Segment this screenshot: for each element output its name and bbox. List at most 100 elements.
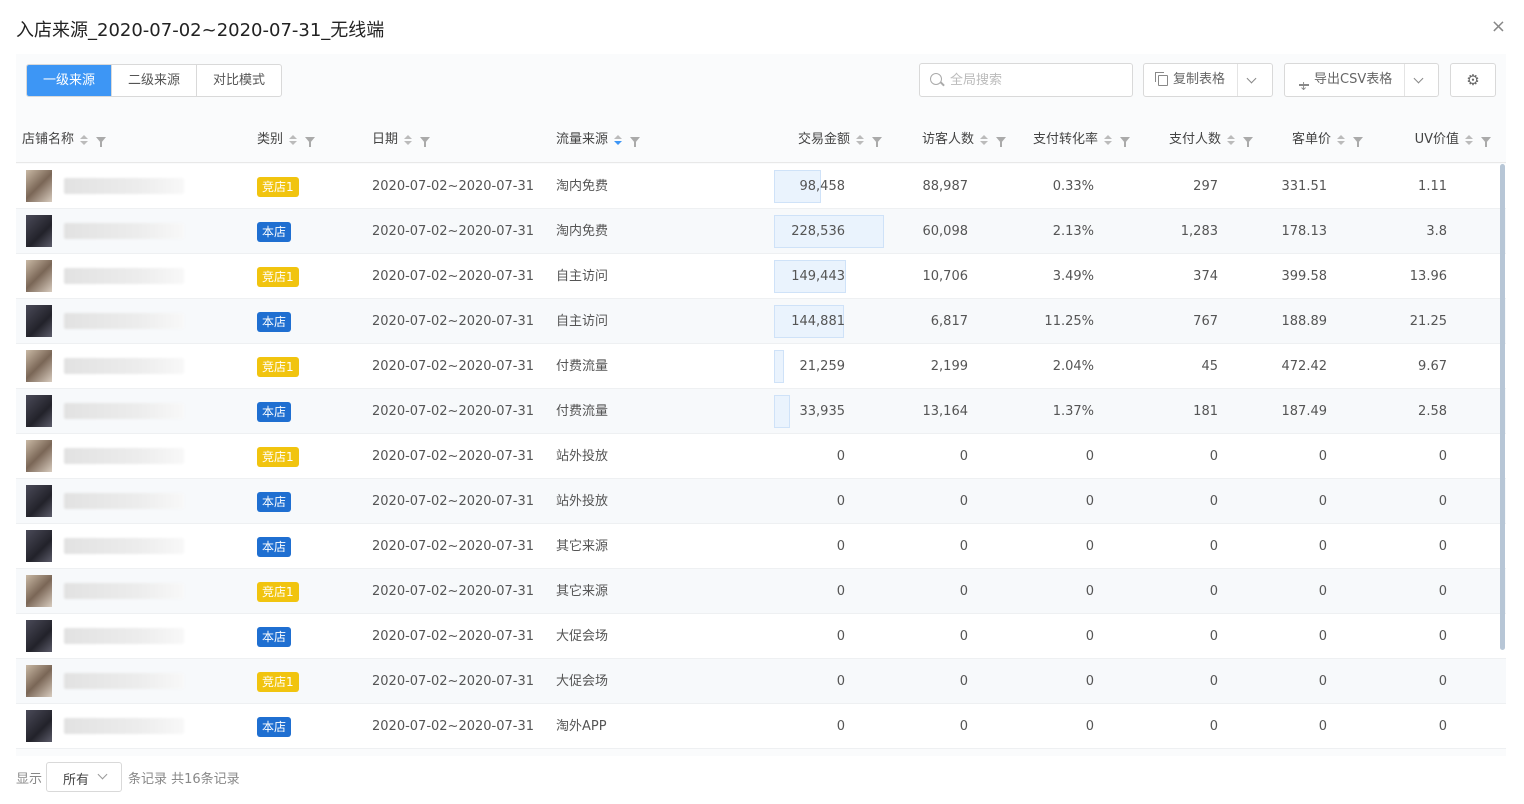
amount-cell: 0 (836, 494, 845, 509)
source-cell: 大促会场 (556, 674, 609, 689)
table-row[interactable]: 竞店1 2020-07-02~2020-07-31 自主访问 149,443 10,70… (16, 254, 1506, 299)
sort-desc-icon[interactable] (614, 135, 623, 145)
uv-value-cell: 0 (1438, 674, 1447, 689)
shop-avatar (26, 665, 52, 697)
tab-compare-mode[interactable]: 对比模式 (197, 65, 281, 96)
export-csv-button[interactable]: 导出CSV表格 (1285, 64, 1406, 103)
settings-button[interactable]: ⚙ (1450, 63, 1496, 97)
table-row[interactable]: 竞店1 2020-07-02~2020-07-31 大促会场 0 0 0 0 0 0 (16, 659, 1506, 704)
conversion-cell: 0 (1085, 674, 1094, 689)
close-icon[interactable]: × (1491, 17, 1506, 37)
filter-icon[interactable] (996, 137, 1006, 147)
search-box (919, 63, 1133, 97)
sort-icon[interactable] (289, 135, 298, 145)
source-cell: 淘内免费 (556, 224, 609, 239)
table-row[interactable]: 本店 2020-07-02~2020-07-31 其它来源 0 0 0 0 0 0 (16, 524, 1506, 569)
buyers-cell: 45 (1201, 359, 1218, 374)
uv-value-cell: 0 (1438, 449, 1447, 464)
buyers-cell: 0 (1209, 629, 1218, 644)
source-cell: 站外投放 (556, 449, 609, 464)
sort-icon[interactable] (980, 135, 988, 145)
shop-type-badge: 竞店1 (257, 176, 299, 197)
filter-icon[interactable] (305, 137, 316, 147)
sort-icon[interactable] (404, 135, 413, 145)
export-csv-control: 导出CSV表格 (1284, 63, 1439, 103)
table-row[interactable]: 本店 2020-07-02~2020-07-31 自主访问 144,881 6,817 1… (16, 299, 1506, 344)
source-cell: 付费流量 (556, 359, 609, 374)
shop-type-badge: 本店 (257, 626, 292, 647)
tab-level-one[interactable]: 一级来源 (27, 65, 113, 96)
page-size-select[interactable]: 所有 (46, 762, 122, 792)
uv-value-cell: 0 (1438, 494, 1447, 509)
tab-level-two[interactable]: 二级来源 (112, 65, 198, 96)
amount-cell: 0 (836, 449, 845, 464)
shop-avatar (26, 575, 52, 607)
conversion-cell: 2.04% (1052, 359, 1094, 374)
sort-icon[interactable] (856, 135, 864, 145)
download-icon (1299, 71, 1309, 103)
source-cell: 其它来源 (556, 539, 609, 554)
visitors-cell: 13,164 (922, 404, 969, 419)
table-row[interactable]: 本店 2020-07-02~2020-07-31 淘内免费 228,536 60,098… (16, 209, 1506, 254)
visitors-cell: 10,706 (922, 269, 969, 284)
table-row[interactable]: 竞店1 2020-07-02~2020-07-31 其它来源 0 0 0 0 0 0 (16, 569, 1506, 614)
type-cell: 本店 (257, 614, 292, 659)
type-cell: 竞店1 (257, 344, 299, 389)
export-options-chevron-down-icon[interactable] (1405, 64, 1433, 96)
shop-name-blurred (64, 448, 184, 464)
uv-value-cell: 2.58 (1418, 404, 1447, 419)
record-count: 条记录 共16条记录 (128, 772, 240, 787)
table-row[interactable]: 本店 2020-07-02~2020-07-31 站外投放 0 0 0 0 0 0 (16, 479, 1506, 524)
unit-price-cell: 0 (1318, 719, 1327, 734)
unit-price-cell: 178.13 (1281, 224, 1328, 239)
table-panel: 一级来源 二级来源 对比模式 复制表格 导出CSV表格 ⚙ (16, 54, 1506, 756)
buyers-cell: 0 (1209, 584, 1218, 599)
table-row[interactable]: 本店 2020-07-02~2020-07-31 付费流量 33,935 13,164 1… (16, 389, 1506, 434)
sort-icon[interactable] (80, 135, 89, 145)
conversion-cell: 0 (1085, 449, 1094, 464)
conversion-cell: 0 (1085, 584, 1094, 599)
filter-icon[interactable] (1353, 137, 1363, 147)
amount-cell: 0 (836, 629, 845, 644)
filter-icon[interactable] (1243, 137, 1253, 147)
uv-value-cell: 1.11 (1418, 179, 1447, 194)
filter-icon[interactable] (872, 137, 882, 147)
copy-options-chevron-down-icon[interactable] (1238, 64, 1266, 96)
visitors-cell: 6,817 (930, 314, 968, 329)
filter-icon[interactable] (1120, 137, 1130, 147)
table-row[interactable]: 竞店1 2020-07-02~2020-07-31 站外投放 0 0 0 0 0 0 (16, 434, 1506, 479)
filter-icon[interactable] (96, 137, 107, 147)
sort-icon[interactable] (1337, 135, 1345, 145)
vertical-scrollbar[interactable] (1500, 164, 1505, 650)
buyers-cell: 374 (1193, 269, 1218, 284)
filter-icon[interactable] (420, 137, 431, 147)
search-input[interactable] (950, 64, 1126, 96)
amount-cell: 149,443 (791, 269, 845, 284)
shop-name-blurred (64, 403, 184, 419)
filter-icon[interactable] (1481, 137, 1491, 147)
visitors-cell: 0 (959, 494, 968, 509)
search-icon (930, 73, 942, 85)
table-row[interactable]: 竞店1 2020-07-02~2020-07-31 付费流量 21,259 2,199 2… (16, 344, 1506, 389)
shop-type-badge: 竞店1 (257, 356, 299, 377)
column-header-unit-price: 客单价 (1253, 117, 1363, 163)
shop-name-blurred (64, 223, 184, 239)
shop-avatar (26, 620, 52, 652)
copy-icon (1155, 71, 1168, 86)
shop-name-blurred (64, 718, 184, 734)
date-cell: 2020-07-02~2020-07-31 (372, 674, 534, 689)
table-row[interactable]: 本店 2020-07-02~2020-07-31 淘外APP 0 0 0 0 0 0 (16, 704, 1506, 749)
type-cell: 本店 (257, 299, 292, 344)
sort-icon[interactable] (1465, 135, 1473, 145)
shop-name-blurred (64, 673, 184, 689)
unit-price-cell: 399.58 (1281, 269, 1328, 284)
column-header-conversion: 支付转化率 (1006, 117, 1130, 163)
filter-icon[interactable] (630, 137, 641, 147)
table-row[interactable]: 竞店1 2020-07-02~2020-07-31 淘内免费 98,458 88,987… (16, 164, 1506, 209)
sort-icon[interactable] (1227, 135, 1235, 145)
sort-icon[interactable] (1104, 135, 1112, 145)
copy-table-button[interactable]: 复制表格 (1144, 64, 1239, 96)
table-row[interactable]: 本店 2020-07-02~2020-07-31 大促会场 0 0 0 0 0 0 (16, 614, 1506, 659)
shop-name-blurred (64, 358, 184, 374)
amount-cell: 21,259 (799, 359, 846, 374)
